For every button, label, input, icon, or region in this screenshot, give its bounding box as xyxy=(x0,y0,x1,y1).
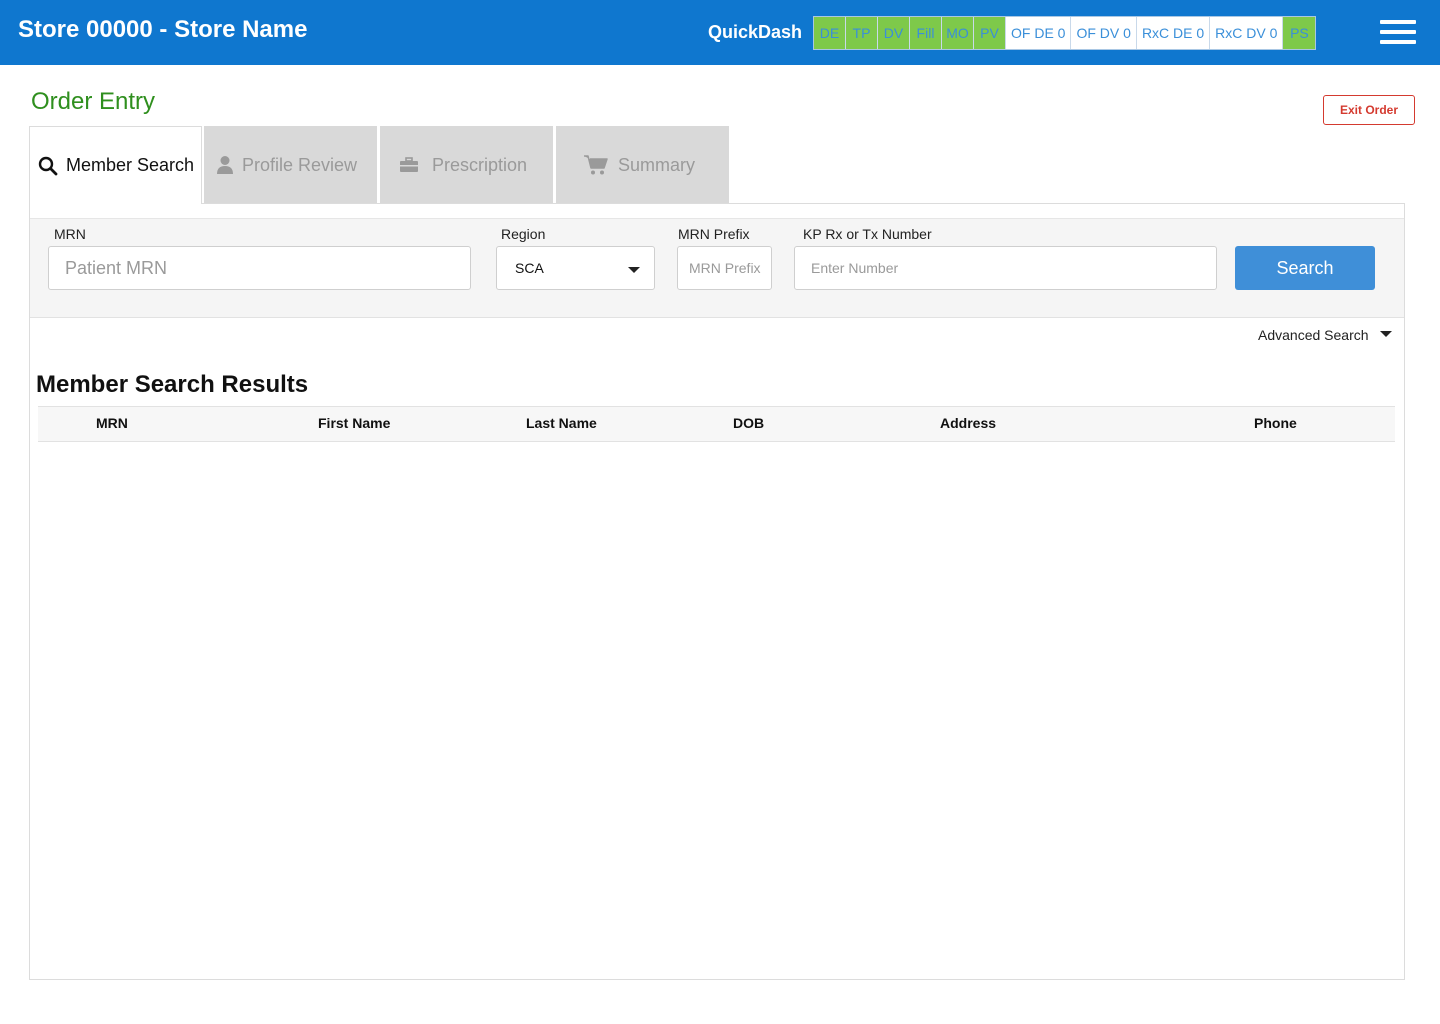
region-label: Region xyxy=(501,226,546,242)
quickdash-item-rxc-de[interactable]: RxC DE 0 xyxy=(1136,17,1211,49)
column-header-first-name[interactable]: First Name xyxy=(318,415,390,431)
mrn-input[interactable] xyxy=(48,246,471,290)
tab-summary[interactable]: Summary xyxy=(556,126,729,204)
quickdash-item-pv[interactable]: PV xyxy=(974,17,1006,49)
quickdash-item-dv[interactable]: DV xyxy=(878,17,910,49)
quickdash-item-of-dv[interactable]: OF DV 0 xyxy=(1071,17,1137,49)
column-header-phone[interactable]: Phone xyxy=(1254,415,1297,431)
mrn-prefix-input[interactable] xyxy=(677,246,772,290)
quickdash-item-fill[interactable]: Fill xyxy=(910,17,942,49)
search-icon xyxy=(38,156,58,176)
mrn-prefix-label: MRN Prefix xyxy=(678,226,750,242)
rx-number-input[interactable] xyxy=(794,246,1217,290)
region-select[interactable]: SCA xyxy=(496,246,655,290)
page-title: Order Entry xyxy=(31,88,156,115)
person-icon xyxy=(216,155,234,175)
column-header-dob[interactable]: DOB xyxy=(733,415,764,431)
search-form: MRN Region SCA MRN Prefix KP Rx or Tx Nu… xyxy=(30,218,1404,318)
exit-order-button[interactable]: Exit Order xyxy=(1323,95,1415,125)
advanced-search-label: Advanced Search xyxy=(1258,327,1369,343)
member-search-panel: MRN Region SCA MRN Prefix KP Rx or Tx Nu… xyxy=(29,203,1405,980)
cart-icon xyxy=(584,154,608,176)
search-button[interactable]: Search xyxy=(1235,246,1375,290)
chevron-down-icon xyxy=(628,267,640,273)
quickdash-item-of-de[interactable]: OF DE 0 xyxy=(1006,17,1072,49)
hamburger-menu-icon[interactable] xyxy=(1380,20,1416,48)
tab-label: Profile Review xyxy=(242,154,358,175)
quickdash-item-tp[interactable]: TP xyxy=(846,17,878,49)
region-value: SCA xyxy=(515,260,544,276)
quickdash-item-mo[interactable]: MO xyxy=(942,17,974,49)
quickdash-strip: DE TP DV Fill MO PV OF DE 0 OF DV 0 RxC … xyxy=(813,16,1317,50)
briefcase-icon xyxy=(400,157,418,173)
advanced-search-toggle[interactable]: Advanced Search xyxy=(1258,327,1392,343)
top-header-bar: Store 00000 - Store Name QuickDash DE TP… xyxy=(0,0,1440,65)
chevron-down-icon xyxy=(1379,331,1392,337)
results-title: Member Search Results xyxy=(36,371,309,398)
tab-label: Member Search xyxy=(66,155,195,175)
tab-label: Prescription xyxy=(432,154,528,175)
column-header-mrn[interactable]: MRN xyxy=(96,415,128,431)
column-header-last-name[interactable]: Last Name xyxy=(526,415,597,431)
tab-profile-review[interactable]: Profile Review xyxy=(204,126,377,204)
results-table-header: MRN First Name Last Name DOB Address Pho… xyxy=(38,406,1395,442)
quickdash-label: QuickDash xyxy=(708,22,803,42)
mrn-label: MRN xyxy=(54,226,86,242)
tab-member-search[interactable]: Member Search xyxy=(29,126,202,204)
quickdash-item-ps[interactable]: PS xyxy=(1283,17,1316,49)
quickdash-item-de[interactable]: DE xyxy=(814,17,846,49)
column-header-address[interactable]: Address xyxy=(940,415,996,431)
rx-number-label: KP Rx or Tx Number xyxy=(803,226,932,242)
quickdash-item-rxc-dv[interactable]: RxC DV 0 xyxy=(1210,17,1284,49)
tab-prescription[interactable]: Prescription xyxy=(380,126,553,204)
store-title: Store 00000 - Store Name xyxy=(18,16,308,43)
tab-label: Summary xyxy=(618,154,696,175)
